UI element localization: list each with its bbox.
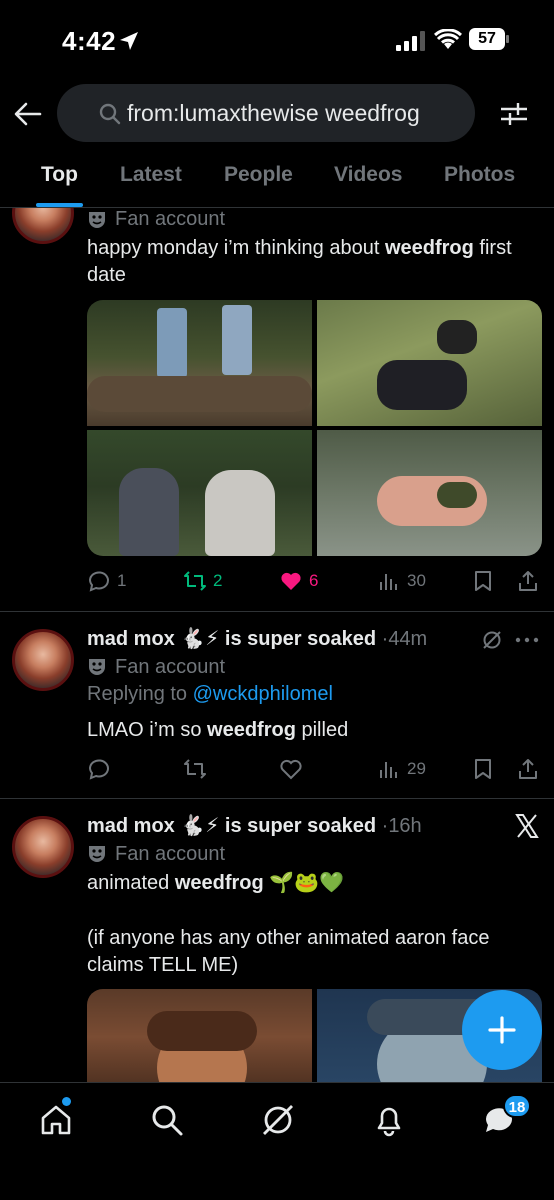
reply-handle-link[interactable]: @wckdphilomel xyxy=(193,683,333,705)
grok-nav-icon[interactable] xyxy=(261,1103,295,1137)
reply-count: 1 xyxy=(117,571,127,590)
bottom-navigation xyxy=(0,1082,554,1200)
replying-to: Replying to @wckdphilomel xyxy=(87,683,333,705)
heart-filled-icon xyxy=(281,572,301,590)
messages-badge: 18 xyxy=(503,1094,531,1118)
fan-account-label: Fan account xyxy=(115,843,226,865)
wifi-icon xyxy=(434,29,462,49)
fan-account-label: Fan account xyxy=(115,208,226,230)
reply-icon xyxy=(88,571,109,592)
bookmark-button[interactable] xyxy=(471,754,495,784)
share-button[interactable] xyxy=(516,566,540,596)
tweet-text: animated weedfrog 🌱🐸💚 xyxy=(87,872,345,894)
media-photo-hand-frog[interactable] xyxy=(317,430,542,556)
share-button[interactable] xyxy=(516,754,540,784)
retweet-button[interactable]: 2 xyxy=(183,566,222,596)
search-query: from:lumaxthewise weedfrog xyxy=(127,100,420,126)
media-photo-sneakers-grass[interactable] xyxy=(317,300,542,426)
media-animated-face-1[interactable] xyxy=(87,989,312,1082)
rabbit-emoji-icon: 🐇⚡ xyxy=(180,628,220,650)
grok-icon[interactable] xyxy=(482,630,502,650)
battery-indicator: 57 xyxy=(469,28,505,50)
tweet-text-line2: (if anyone has any other animated aaron … xyxy=(87,927,490,976)
share-icon xyxy=(519,571,537,591)
search-settings-icon[interactable] xyxy=(499,99,529,129)
avatar[interactable] xyxy=(12,816,74,878)
reply-button[interactable] xyxy=(87,754,111,784)
author-name-suffix[interactable]: is super soaked xyxy=(225,628,376,650)
theater-mask-icon xyxy=(89,212,105,228)
home-notification-dot xyxy=(62,1097,71,1106)
notifications-bell-icon[interactable] xyxy=(372,1103,406,1137)
views-chart-icon xyxy=(380,762,397,778)
tweet-media-grid[interactable] xyxy=(87,300,542,556)
tweet-time[interactable]: 44m xyxy=(388,628,427,650)
media-photo-pond-sitting[interactable] xyxy=(87,430,312,556)
views-button[interactable]: 30 xyxy=(377,566,426,596)
views-count: 30 xyxy=(407,571,426,590)
tweet-time[interactable]: 16h xyxy=(388,815,421,837)
compose-button[interactable] xyxy=(462,990,542,1070)
tab-videos[interactable]: Videos xyxy=(334,163,402,187)
views-chart-icon xyxy=(380,574,397,590)
bookmark-icon xyxy=(475,571,491,591)
bookmark-button[interactable] xyxy=(471,566,495,596)
home-icon[interactable] xyxy=(39,1103,73,1137)
retweet-icon xyxy=(184,571,206,591)
views-count: 29 xyxy=(407,759,426,778)
avatar[interactable] xyxy=(12,629,74,691)
author-name-suffix[interactable]: is super soaked xyxy=(225,815,376,837)
fan-account-label: Fan account xyxy=(115,656,226,678)
plus-icon xyxy=(488,1016,516,1044)
tab-latest[interactable]: Latest xyxy=(120,163,182,187)
reply-icon xyxy=(88,759,109,780)
heart-outline-icon xyxy=(280,759,302,780)
tweet-actions: 29 xyxy=(87,754,542,784)
search-tabs: Top Latest People Videos Photos xyxy=(0,150,554,208)
clock: 4:42 xyxy=(62,26,117,56)
tab-people[interactable]: People xyxy=(224,163,293,187)
bookmark-icon xyxy=(475,759,491,779)
search-header: from:lumaxthewise weedfrog xyxy=(0,84,554,144)
retweet-button[interactable] xyxy=(183,754,207,784)
like-button[interactable]: 6 xyxy=(279,566,318,596)
tweet-text: LMAO i’m so weedfrog pilled xyxy=(87,719,349,741)
location-arrow-icon xyxy=(120,32,138,50)
views-button[interactable]: 29 xyxy=(377,754,426,784)
more-options-icon[interactable] xyxy=(515,636,539,644)
media-photo-forest-log[interactable] xyxy=(87,300,312,426)
tweet-actions: 1 2 6 30 xyxy=(87,566,542,596)
explore-search-icon[interactable] xyxy=(150,1103,184,1137)
like-count: 6 xyxy=(309,571,319,590)
reply-button[interactable]: 1 xyxy=(87,566,126,596)
theater-mask-icon xyxy=(89,846,105,862)
author-name[interactable]: mad mox xyxy=(87,815,175,837)
share-icon xyxy=(519,759,537,779)
tweet[interactable]: mad mox 🐇⚡ is super soaked ·44m Fan acco… xyxy=(0,612,554,798)
tweet-text: happy monday i’m thinking about weedfrog… xyxy=(87,237,512,286)
search-icon xyxy=(99,103,121,125)
cellular-signal-icon xyxy=(396,31,425,51)
back-arrow-icon[interactable] xyxy=(14,101,42,127)
retweet-count: 2 xyxy=(213,571,223,590)
tab-photos[interactable]: Photos xyxy=(444,163,515,187)
rabbit-emoji-icon: 🐇⚡ xyxy=(180,815,220,837)
avatar[interactable] xyxy=(12,208,74,244)
retweet-icon xyxy=(184,759,206,779)
tweet[interactable]: Fan account happy monday i’m thinking ab… xyxy=(0,208,554,611)
emoji-sprout-frog-heart: 🌱🐸💚 xyxy=(269,872,345,894)
like-button[interactable] xyxy=(279,754,303,784)
tab-top[interactable]: Top xyxy=(41,163,78,187)
active-tab-indicator xyxy=(36,203,83,207)
status-bar: 4:42 57 xyxy=(0,0,554,88)
tweet-header: mad mox 🐇⚡ is super soaked ·16h xyxy=(87,813,422,838)
tweet-header: mad mox 🐇⚡ is super soaked ·44m xyxy=(87,626,427,651)
battery-cap xyxy=(506,35,509,43)
theater-mask-icon xyxy=(89,659,105,675)
x-logo-icon[interactable] xyxy=(514,813,540,839)
search-input[interactable]: from:lumaxthewise weedfrog xyxy=(57,84,475,142)
author-name[interactable]: mad mox xyxy=(87,628,175,650)
